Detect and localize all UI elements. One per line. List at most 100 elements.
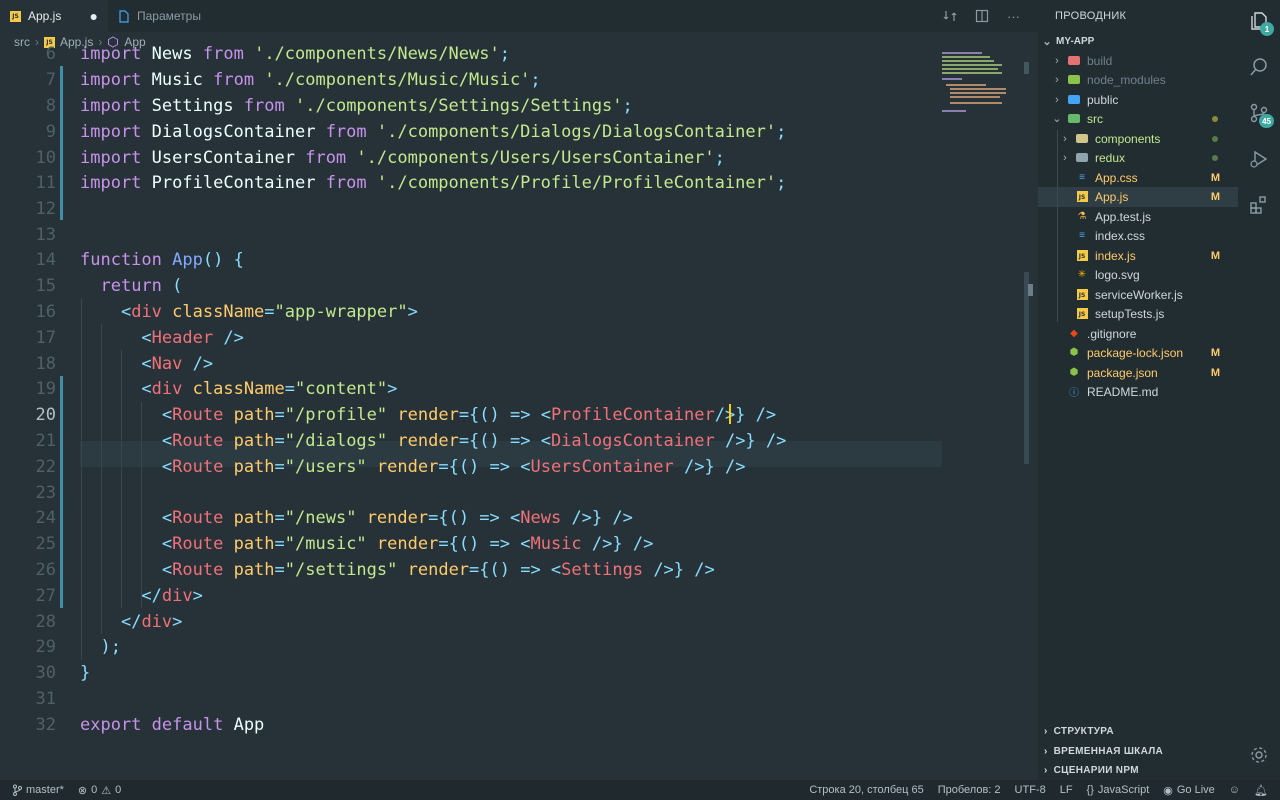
explorer-root[interactable]: ⌄ MY-APP: [1038, 32, 1238, 52]
code-line: 31: [0, 686, 1038, 712]
test-flask-icon: ⚗: [1077, 211, 1087, 223]
line-number: 15: [35, 275, 56, 296]
line-number: 21: [35, 430, 56, 451]
chevron-right-icon: ›: [1044, 745, 1048, 757]
code-line: 27 </div>: [0, 583, 1038, 609]
tree-item-redux[interactable]: › redux: [1038, 148, 1238, 168]
panel-timeline[interactable]: › ВРЕМЕННАЯ ШКАЛА: [1038, 741, 1238, 761]
git-status-dot: [1212, 154, 1218, 161]
split-editor-icon[interactable]: [975, 9, 989, 23]
search-activity-button[interactable]: [1238, 46, 1280, 88]
settings-file-icon: [119, 9, 129, 23]
unsaved-dot-icon[interactable]: ●: [90, 8, 98, 24]
git-icon: ◆: [1070, 328, 1078, 340]
tree-item-app-js[interactable]: JS App.js M: [1038, 187, 1238, 207]
run-debug-icon: [1250, 150, 1268, 168]
status-cursor-position[interactable]: Строка 20, столбец 65: [802, 784, 930, 796]
folder-icon: [1076, 153, 1088, 163]
explorer-title: ПРОВОДНИК: [1055, 10, 1127, 22]
folder-icon: [1068, 56, 1080, 66]
tree-item-serviceworker-js[interactable]: JS serviceWorker.js: [1038, 285, 1238, 305]
git-status-dot: [1212, 115, 1218, 122]
line-number: 6: [45, 43, 56, 64]
tree-item-public[interactable]: › public: [1038, 90, 1238, 110]
tab-settings[interactable]: Параметры: [108, 0, 211, 32]
code-line: 30}: [0, 660, 1038, 686]
code-line: 25 <Route path="/music" render={() => <M…: [0, 531, 1038, 557]
line-number: 20: [35, 404, 56, 425]
code-line: 13: [0, 222, 1038, 248]
chevron-right-icon: ›: [1044, 725, 1048, 737]
minimap[interactable]: [942, 48, 1012, 118]
bell-icon[interactable]: 🔔︎: [1247, 784, 1280, 797]
line-number: 28: [35, 611, 56, 632]
tree-item-node-modules[interactable]: › node_modules: [1038, 70, 1238, 90]
status-eol[interactable]: LF: [1053, 784, 1080, 796]
status-branch[interactable]: master*: [0, 784, 71, 796]
source-control-activity-button[interactable]: 45: [1238, 92, 1280, 134]
git-branch-icon: [13, 784, 22, 796]
folder-icon: [1076, 134, 1088, 144]
tree-item-setuptests-js[interactable]: JS setupTests.js: [1038, 304, 1238, 324]
tree-item-readme-md[interactable]: ⓘ README.md: [1038, 382, 1238, 402]
tree-item-components[interactable]: › components: [1038, 129, 1238, 149]
status-golive[interactable]: ◉ Go Live: [1156, 784, 1222, 797]
line-number: 32: [35, 714, 56, 735]
badge: 45: [1259, 114, 1274, 128]
code-editor[interactable]: 6 import News from './components/News/New…: [0, 40, 1038, 780]
status-problems[interactable]: ⊗ 0 ⚠ 0: [71, 784, 128, 797]
explorer-activity-button[interactable]: 1: [1238, 0, 1280, 42]
line-number: 22: [35, 456, 56, 477]
folder-icon: [1068, 75, 1080, 85]
tree-item-package-json[interactable]: ⬢ package.json M: [1038, 363, 1238, 383]
code-line: 18 <Nav />: [0, 351, 1038, 377]
git-status-dot: [1212, 135, 1218, 142]
tree-item-index-js[interactable]: JS index.js M: [1038, 246, 1238, 266]
run-debug-activity-button[interactable]: [1238, 138, 1280, 180]
status-indentation[interactable]: Пробелов: 2: [931, 784, 1008, 796]
manage-activity-button[interactable]: [1238, 734, 1280, 776]
line-number: 30: [35, 662, 56, 683]
nodejs-icon: ⬢: [1069, 367, 1079, 379]
feedback-icon[interactable]: ☺: [1222, 784, 1247, 796]
tree-item-index-css[interactable]: ≡ index.css: [1038, 226, 1238, 246]
tree-item-gitignore[interactable]: ◆ .gitignore: [1038, 324, 1238, 344]
gear-icon: [1251, 747, 1267, 763]
line-number: 29: [35, 636, 56, 657]
line-number: 24: [35, 507, 56, 528]
tab-app-js[interactable]: JS App.js ●: [0, 0, 108, 32]
code-line: 17 <Header />: [0, 325, 1038, 351]
editor-actions: ···: [943, 0, 1038, 32]
line-number: 27: [35, 585, 56, 606]
braces-icon: {}: [1086, 784, 1094, 796]
tree-item-src[interactable]: ⌄ src: [1038, 109, 1238, 129]
text-cursor: [729, 404, 731, 424]
extensions-activity-button[interactable]: [1238, 184, 1280, 226]
css-icon: ≡: [1079, 172, 1085, 184]
code-line: 16 <div className="app-wrapper">: [0, 299, 1038, 325]
code-line-current: 20 <Route path="/profile" render={() => …: [0, 402, 1038, 428]
code-line: 11 import ProfileContainer from './compon…: [0, 170, 1038, 196]
vertical-scrollbar[interactable]: [1024, 272, 1029, 464]
tree-item-app-css[interactable]: ≡ App.css M: [1038, 168, 1238, 188]
js-icon: JS: [1076, 289, 1088, 301]
svg-icon: ✳: [1077, 269, 1087, 281]
code-line: 22 <Route path="/users" render={() => <U…: [0, 454, 1038, 480]
line-number: 31: [35, 688, 56, 709]
more-actions-icon[interactable]: ···: [1007, 9, 1020, 24]
panel-npm-scripts[interactable]: › СЦЕНАРИИ NPM: [1038, 760, 1238, 780]
tree-item-build[interactable]: › build: [1038, 51, 1238, 71]
code-line: 8 import Settings from './components/Sett…: [0, 93, 1038, 119]
info-icon: ⓘ: [1069, 388, 1079, 400]
status-encoding[interactable]: UTF-8: [1008, 784, 1053, 796]
tree-item-app-test-js[interactable]: ⚗ App.test.js: [1038, 207, 1238, 227]
status-language[interactable]: {} JavaScript: [1080, 784, 1157, 796]
scrollbar-marker: [1024, 62, 1029, 74]
chevron-right-icon: ›: [1063, 151, 1067, 164]
line-number: 16: [35, 301, 56, 322]
compare-changes-icon[interactable]: [943, 9, 957, 23]
tab-label: App.js: [28, 9, 62, 23]
tree-item-logo-svg[interactable]: ✳ logo.svg: [1038, 265, 1238, 285]
panel-outline[interactable]: › СТРУКТУРА: [1038, 721, 1238, 741]
tree-item-package-lock-json[interactable]: ⬢ package-lock.json M: [1038, 343, 1238, 363]
